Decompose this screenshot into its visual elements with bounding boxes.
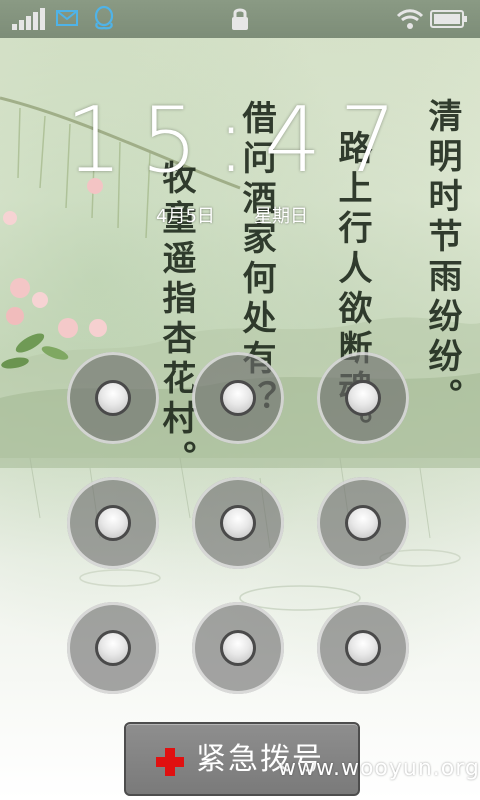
pattern-dot-3 [345, 380, 381, 416]
pattern-dot-9 [345, 630, 381, 666]
pattern-node-7[interactable] [67, 602, 159, 694]
pattern-node-3[interactable] [317, 352, 409, 444]
clock-time: 15:47 [65, 88, 415, 193]
pattern-dot-1 [95, 380, 131, 416]
pattern-dot-2 [220, 380, 256, 416]
status-bar [0, 0, 480, 38]
pattern-node-4[interactable] [67, 477, 159, 569]
pattern-dot-8 [220, 630, 256, 666]
pattern-node-6[interactable] [317, 477, 409, 569]
pattern-dot-4 [95, 505, 131, 541]
pattern-node-8[interactable] [192, 602, 284, 694]
pattern-node-5[interactable] [192, 477, 284, 569]
pattern-node-1[interactable] [67, 352, 159, 444]
red-cross-icon [156, 748, 184, 776]
lock-screen: 清明时节雨纷纷。 路上行人欲断魂。 借问酒家何处有？ 牧童遥指杏花村。 15:4… [0, 0, 480, 800]
signal-icon [12, 8, 46, 30]
qq-icon [92, 5, 116, 31]
pattern-dot-7 [95, 630, 131, 666]
watermark: www.wooyun.org [278, 756, 480, 781]
pattern-node-9[interactable] [317, 602, 409, 694]
pattern-dot-5 [220, 505, 256, 541]
pattern-node-2[interactable] [192, 352, 284, 444]
wifi-icon [396, 8, 424, 30]
clock-weekday: 星期日 [254, 206, 308, 227]
battery-icon [430, 10, 468, 28]
clock-date: 4月5日 [156, 206, 215, 227]
pattern-dot-6 [345, 505, 381, 541]
mail-icon [56, 9, 78, 27]
lock-icon [229, 6, 251, 32]
